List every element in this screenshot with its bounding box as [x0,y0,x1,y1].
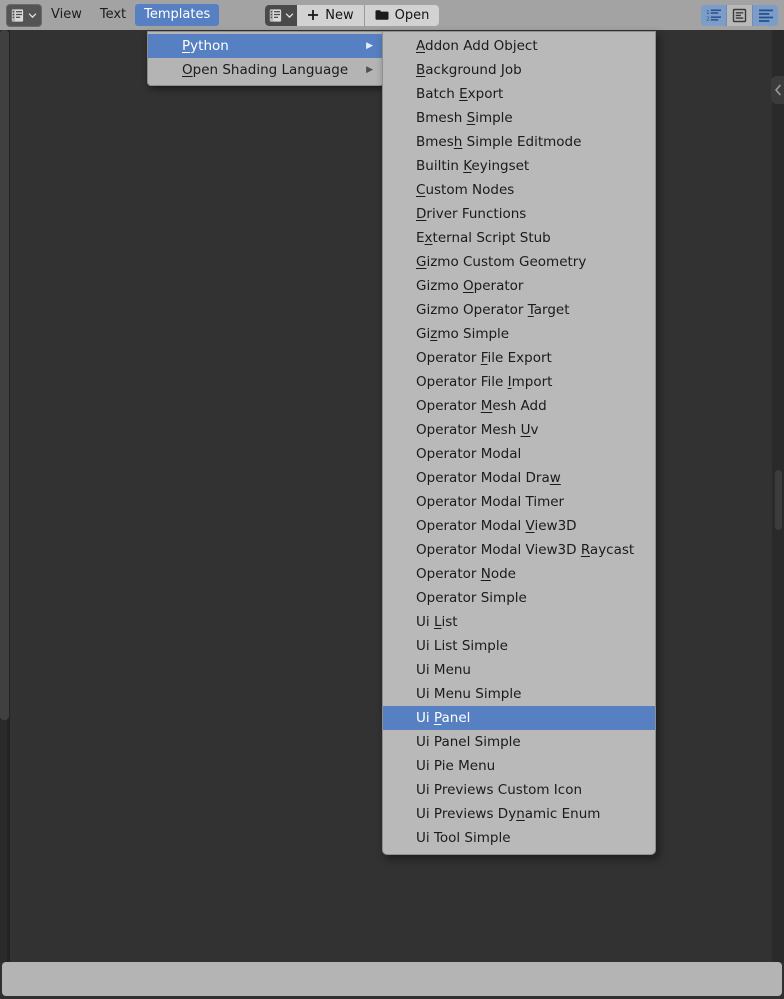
text-display-toggles: 1 2 [701,4,778,26]
python-templates-submenu: Addon Add Object Background Job Batch Expo… [382,31,656,855]
open-text-button[interactable]: Open [364,4,440,26]
chevron-down-icon [285,11,294,20]
blender-text-editor-window: View Text Templates New Open 1 2 Python … [0,0,784,999]
syntax-highlight-toggle[interactable] [753,4,778,26]
menu-text[interactable]: Text [91,4,135,26]
python-template-item-addon-add-object[interactable]: Addon Add Object [383,34,655,58]
vertical-scrollbar-thumb[interactable] [0,30,9,720]
python-template-item-builtin-keyingset[interactable]: Builtin Keyingset [383,154,655,178]
python-template-item-operator-simple[interactable]: Operator Simple [383,586,655,610]
menu-templates[interactable]: Templates [135,4,220,26]
python-template-item-ui-list-simple[interactable]: Ui List Simple [383,634,655,658]
line-numbers-toggle[interactable]: 1 2 [701,4,727,26]
python-template-item-operator-file-import[interactable]: Operator File Import [383,370,655,394]
python-template-item-driver-functions[interactable]: Driver Functions [383,202,655,226]
svg-text:1: 1 [706,10,710,16]
python-template-item-operator-modal-view3d[interactable]: Operator Modal View3D [383,514,655,538]
python-template-item-ui-panel[interactable]: Ui Panel [383,706,655,730]
text-datablock-controls: New Open [265,4,440,26]
python-template-item-gizmo-operator[interactable]: Gizmo Operator [383,274,655,298]
python-template-item-background-job[interactable]: Background Job [383,58,655,82]
python-template-item-ui-previews-dynamic-enum[interactable]: Ui Previews Dynamic Enum [383,802,655,826]
templates-dropdown-menu: Python ▶ Open Shading Language ▶ [147,31,384,86]
python-template-item-bmesh-simple[interactable]: Bmesh Simple [383,106,655,130]
python-template-item-operator-modal-view3d-raycast[interactable]: Operator Modal View3D Raycast [383,538,655,562]
left-gutter [0,30,10,962]
editor-type-selector[interactable] [6,3,42,27]
python-template-item-operator-modal-timer[interactable]: Operator Modal Timer [383,490,655,514]
right-scrollbar-thumb[interactable] [775,470,782,530]
python-template-item-custom-nodes[interactable]: Custom Nodes [383,178,655,202]
python-template-item-operator-mesh-uv[interactable]: Operator Mesh Uv [383,418,655,442]
python-template-item-operator-mesh-add[interactable]: Operator Mesh Add [383,394,655,418]
python-template-item-external-script-stub[interactable]: External Script Stub [383,226,655,250]
python-template-item-ui-menu-simple[interactable]: Ui Menu Simple [383,682,655,706]
python-template-item-gizmo-custom-geometry[interactable]: Gizmo Custom Geometry [383,250,655,274]
new-button-label: New [325,7,354,23]
submenu-arrow-icon: ▶ [366,65,373,75]
sidebar-toggle-tab[interactable] [771,76,784,104]
plus-icon [307,9,319,21]
python-template-item-operator-modal-draw[interactable]: Operator Modal Draw [383,466,655,490]
folder-icon [375,9,389,21]
templates-menu-item-open-shading-language[interactable]: Open Shading Language ▶ [148,58,383,82]
python-template-item-ui-previews-custom-icon[interactable]: Ui Previews Custom Icon [383,778,655,802]
text-datablock-selector[interactable] [265,4,298,26]
open-button-label: Open [394,7,430,23]
python-template-item-ui-list[interactable]: Ui List [383,610,655,634]
text-editor-icon [10,8,25,23]
python-template-item-ui-tool-simple[interactable]: Ui Tool Simple [383,826,655,850]
python-template-item-batch-export[interactable]: Batch Export [383,82,655,106]
chevron-down-icon [28,11,37,20]
python-template-item-operator-file-export[interactable]: Operator File Export [383,346,655,370]
python-template-item-ui-panel-simple[interactable]: Ui Panel Simple [383,730,655,754]
text-datablock-icon [268,8,283,23]
menu-item-label: Python [182,38,229,54]
python-template-item-ui-menu[interactable]: Ui Menu [383,658,655,682]
python-template-item-ui-pie-menu[interactable]: Ui Pie Menu [383,754,655,778]
new-text-button[interactable]: New [297,4,365,26]
menu-item-label: Open Shading Language [182,62,349,78]
svg-text:2: 2 [706,17,710,22]
python-template-item-gizmo-operator-target[interactable]: Gizmo Operator Target [383,298,655,322]
menu-view[interactable]: View [42,4,91,26]
word-wrap-toggle[interactable] [727,4,753,26]
python-template-item-operator-node[interactable]: Operator Node [383,562,655,586]
status-bar [2,962,782,996]
python-template-item-bmesh-simple-editmode[interactable]: Bmesh Simple Editmode [383,130,655,154]
python-template-item-operator-modal[interactable]: Operator Modal [383,442,655,466]
right-gutter [772,30,784,962]
chevron-left-icon [774,84,782,96]
submenu-arrow-icon: ▶ [366,41,373,51]
templates-menu-item-python[interactable]: Python ▶ [148,34,383,58]
editor-header-bar: View Text Templates New Open 1 2 [0,0,784,30]
python-template-item-gizmo-simple[interactable]: Gizmo Simple [383,322,655,346]
